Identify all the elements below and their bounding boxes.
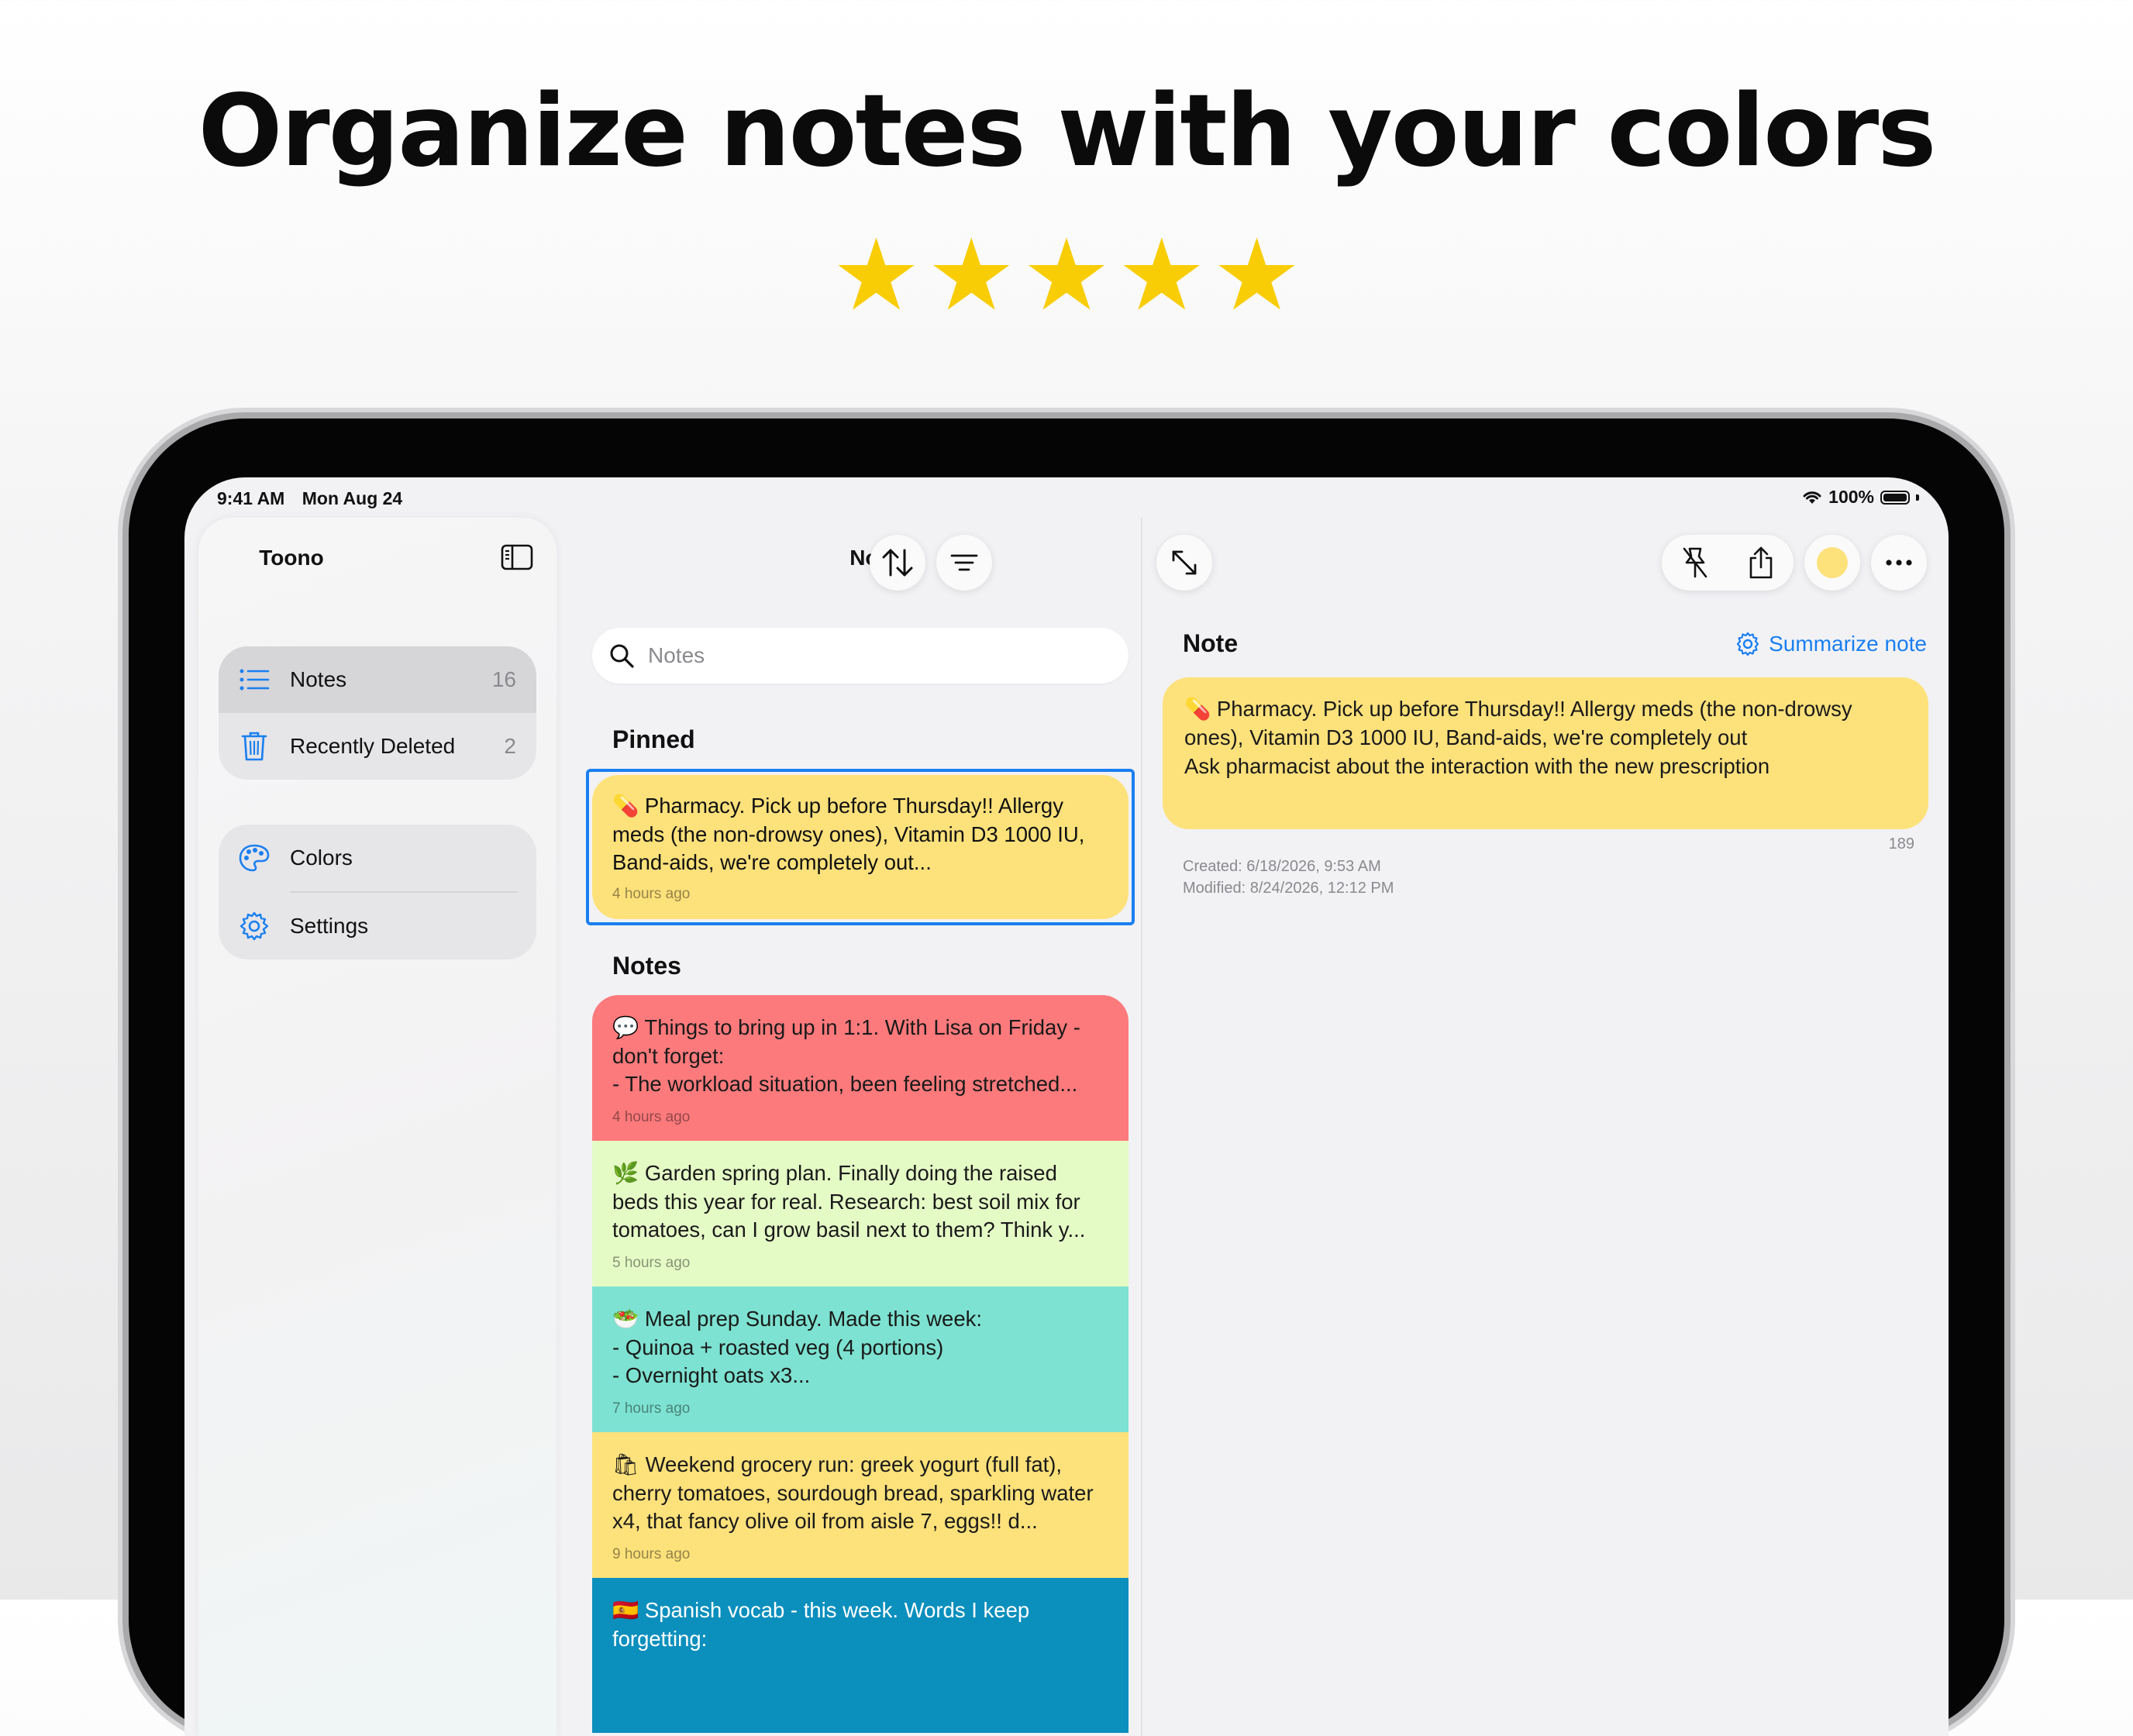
note-emoji: 💊 bbox=[1184, 697, 1211, 721]
sidebar-item-settings[interactable]: Settings bbox=[219, 893, 536, 959]
note-body-editor[interactable]: 💊 Pharmacy. Pick up before Thursday!! Al… bbox=[1163, 677, 1928, 829]
note-preview: Garden spring plan. Finally doing the ra… bbox=[612, 1161, 1086, 1242]
list-title: Notes bbox=[569, 546, 910, 570]
tablet-frame: 9:41 AM Mon Aug 24 100% Toono Notes 16 R… bbox=[129, 418, 2004, 1736]
pinned-note-card[interactable]: 💊 Pharmacy. Pick up before Thursday!! Al… bbox=[592, 775, 1129, 919]
status-time: 9:41 AM bbox=[217, 488, 285, 508]
sidebar-item-label: Settings bbox=[290, 914, 369, 938]
modified-date: Modified: 8/24/2026, 12:12 PM bbox=[1183, 880, 1394, 897]
expand-button[interactable] bbox=[1156, 535, 1212, 591]
sidebar-item-label: Colors bbox=[290, 846, 353, 870]
search-field[interactable] bbox=[592, 628, 1129, 684]
more-button[interactable] bbox=[1871, 535, 1927, 591]
star-icon: ★ bbox=[832, 218, 921, 333]
note-card[interactable]: 🌿 Garden spring plan. Finally doing the … bbox=[592, 1141, 1129, 1286]
share-icon[interactable] bbox=[1745, 546, 1776, 579]
status-bar: 9:41 AM Mon Aug 24 100% bbox=[184, 477, 1949, 516]
gear-icon bbox=[237, 909, 271, 943]
note-actions-pill bbox=[1662, 535, 1794, 591]
note-timestamp: 4 hours ago bbox=[612, 885, 691, 902]
star-icon: ★ bbox=[1117, 218, 1207, 333]
note-emoji: 🇪🇸 bbox=[612, 1598, 639, 1622]
note-preview: Pharmacy. Pick up before Thursday!! Alle… bbox=[612, 794, 1085, 874]
summarize-note-button[interactable]: Summarize note bbox=[1735, 631, 1927, 657]
note-timestamp: 7 hours ago bbox=[612, 1400, 691, 1417]
wifi-icon bbox=[1802, 490, 1822, 505]
note-emoji: 🌿 bbox=[612, 1161, 639, 1185]
note-emoji: 💊 bbox=[612, 794, 639, 818]
deleted-count: 2 bbox=[504, 734, 516, 758]
settings-group: Colors Settings bbox=[219, 825, 536, 959]
created-date: Created: 6/18/2026, 9:53 AM bbox=[1183, 858, 1381, 875]
unpin-icon[interactable] bbox=[1680, 547, 1711, 578]
pinned-header: Pinned bbox=[612, 725, 695, 753]
ellipsis-icon bbox=[1885, 559, 1913, 567]
notes-count: 16 bbox=[491, 667, 516, 691]
sidebar: Toono Notes 16 Recently Deleted 2 Colors… bbox=[198, 518, 557, 1736]
note-preview: Meal prep Sunday. Made this week: - Quin… bbox=[612, 1307, 983, 1387]
list-icon bbox=[237, 663, 271, 697]
note-emoji: 💬 bbox=[612, 1015, 639, 1039]
rating-stars: ★★★★★ bbox=[0, 226, 2133, 326]
search-input[interactable] bbox=[646, 642, 1115, 669]
note-timestamp: 5 hours ago bbox=[612, 1254, 691, 1271]
library-group: Notes 16 Recently Deleted 2 bbox=[219, 646, 536, 780]
note-timestamp: 9 hours ago bbox=[612, 1545, 691, 1562]
star-icon: ★ bbox=[1022, 218, 1111, 333]
battery-percent: 100% bbox=[1828, 487, 1874, 507]
note-emoji: 🛍 bbox=[612, 1452, 639, 1476]
sparkle-gear-icon bbox=[1735, 631, 1761, 657]
trash-icon bbox=[237, 729, 271, 763]
note-metadata: Created: 6/18/2026, 9:53 AM Modified: 8/… bbox=[1183, 856, 1394, 899]
note-detail: Note Summarize note 💊 Pharmacy. Pick up … bbox=[1141, 518, 1949, 1736]
notes-list-column: Notes Pinned 💊 Pharmacy. Pick up before … bbox=[569, 518, 1139, 1736]
note-card[interactable]: 🛍 Weekend grocery run: greek yogurt (ful… bbox=[592, 1432, 1129, 1578]
note-emoji: 🥗 bbox=[612, 1307, 639, 1331]
search-icon bbox=[608, 642, 636, 670]
note-card[interactable]: 🥗 Meal prep Sunday. Made this week: - Qu… bbox=[592, 1286, 1129, 1432]
note-body-text[interactable]: Pharmacy. Pick up before Thursday!! Alle… bbox=[1184, 697, 1852, 778]
sidebar-item-recently-deleted[interactable]: Recently Deleted 2 bbox=[219, 713, 536, 780]
note-preview: Weekend grocery run: greek yogurt (full … bbox=[612, 1452, 1094, 1533]
note-timestamp: 4 hours ago bbox=[612, 1108, 691, 1125]
summarize-label: Summarize note bbox=[1769, 632, 1927, 656]
sort-arrows-icon bbox=[880, 547, 915, 578]
sidebar-item-colors[interactable]: Colors bbox=[219, 825, 536, 891]
star-icon: ★ bbox=[926, 218, 1016, 333]
palette-icon bbox=[237, 841, 271, 875]
status-date: Mon Aug 24 bbox=[302, 488, 403, 508]
notes-header: Notes bbox=[612, 952, 681, 980]
note-preview: Things to bring up in 1:1. With Lisa on … bbox=[612, 1015, 1080, 1096]
screen: 9:41 AM Mon Aug 24 100% Toono Notes 16 R… bbox=[184, 477, 1949, 1736]
star-icon: ★ bbox=[1212, 218, 1301, 333]
filter-button[interactable] bbox=[936, 535, 992, 591]
detail-heading: Note bbox=[1183, 629, 1239, 657]
sort-button[interactable] bbox=[870, 535, 925, 591]
character-count: 189 bbox=[1888, 835, 1914, 852]
color-picker-button[interactable] bbox=[1804, 535, 1860, 591]
headline: Organize notes with your colors bbox=[198, 74, 1937, 189]
sidebar-item-notes[interactable]: Notes 16 bbox=[219, 646, 536, 713]
battery-icon bbox=[1880, 490, 1910, 505]
note-preview: Spanish vocab - this week. Words I keep … bbox=[612, 1598, 1030, 1651]
sidebar-toggle-icon[interactable] bbox=[501, 544, 533, 570]
note-card[interactable]: 🇪🇸 Spanish vocab - this week. Words I ke… bbox=[592, 1578, 1129, 1733]
sidebar-item-label: Notes bbox=[290, 667, 347, 691]
filter-lines-icon bbox=[950, 552, 978, 574]
note-card[interactable]: 💬 Things to bring up in 1:1. With Lisa o… bbox=[592, 995, 1129, 1141]
color-dot-icon bbox=[1817, 547, 1848, 578]
expand-arrows-icon bbox=[1170, 548, 1199, 577]
sidebar-item-label: Recently Deleted bbox=[290, 734, 456, 758]
app-title: Toono bbox=[259, 546, 324, 570]
